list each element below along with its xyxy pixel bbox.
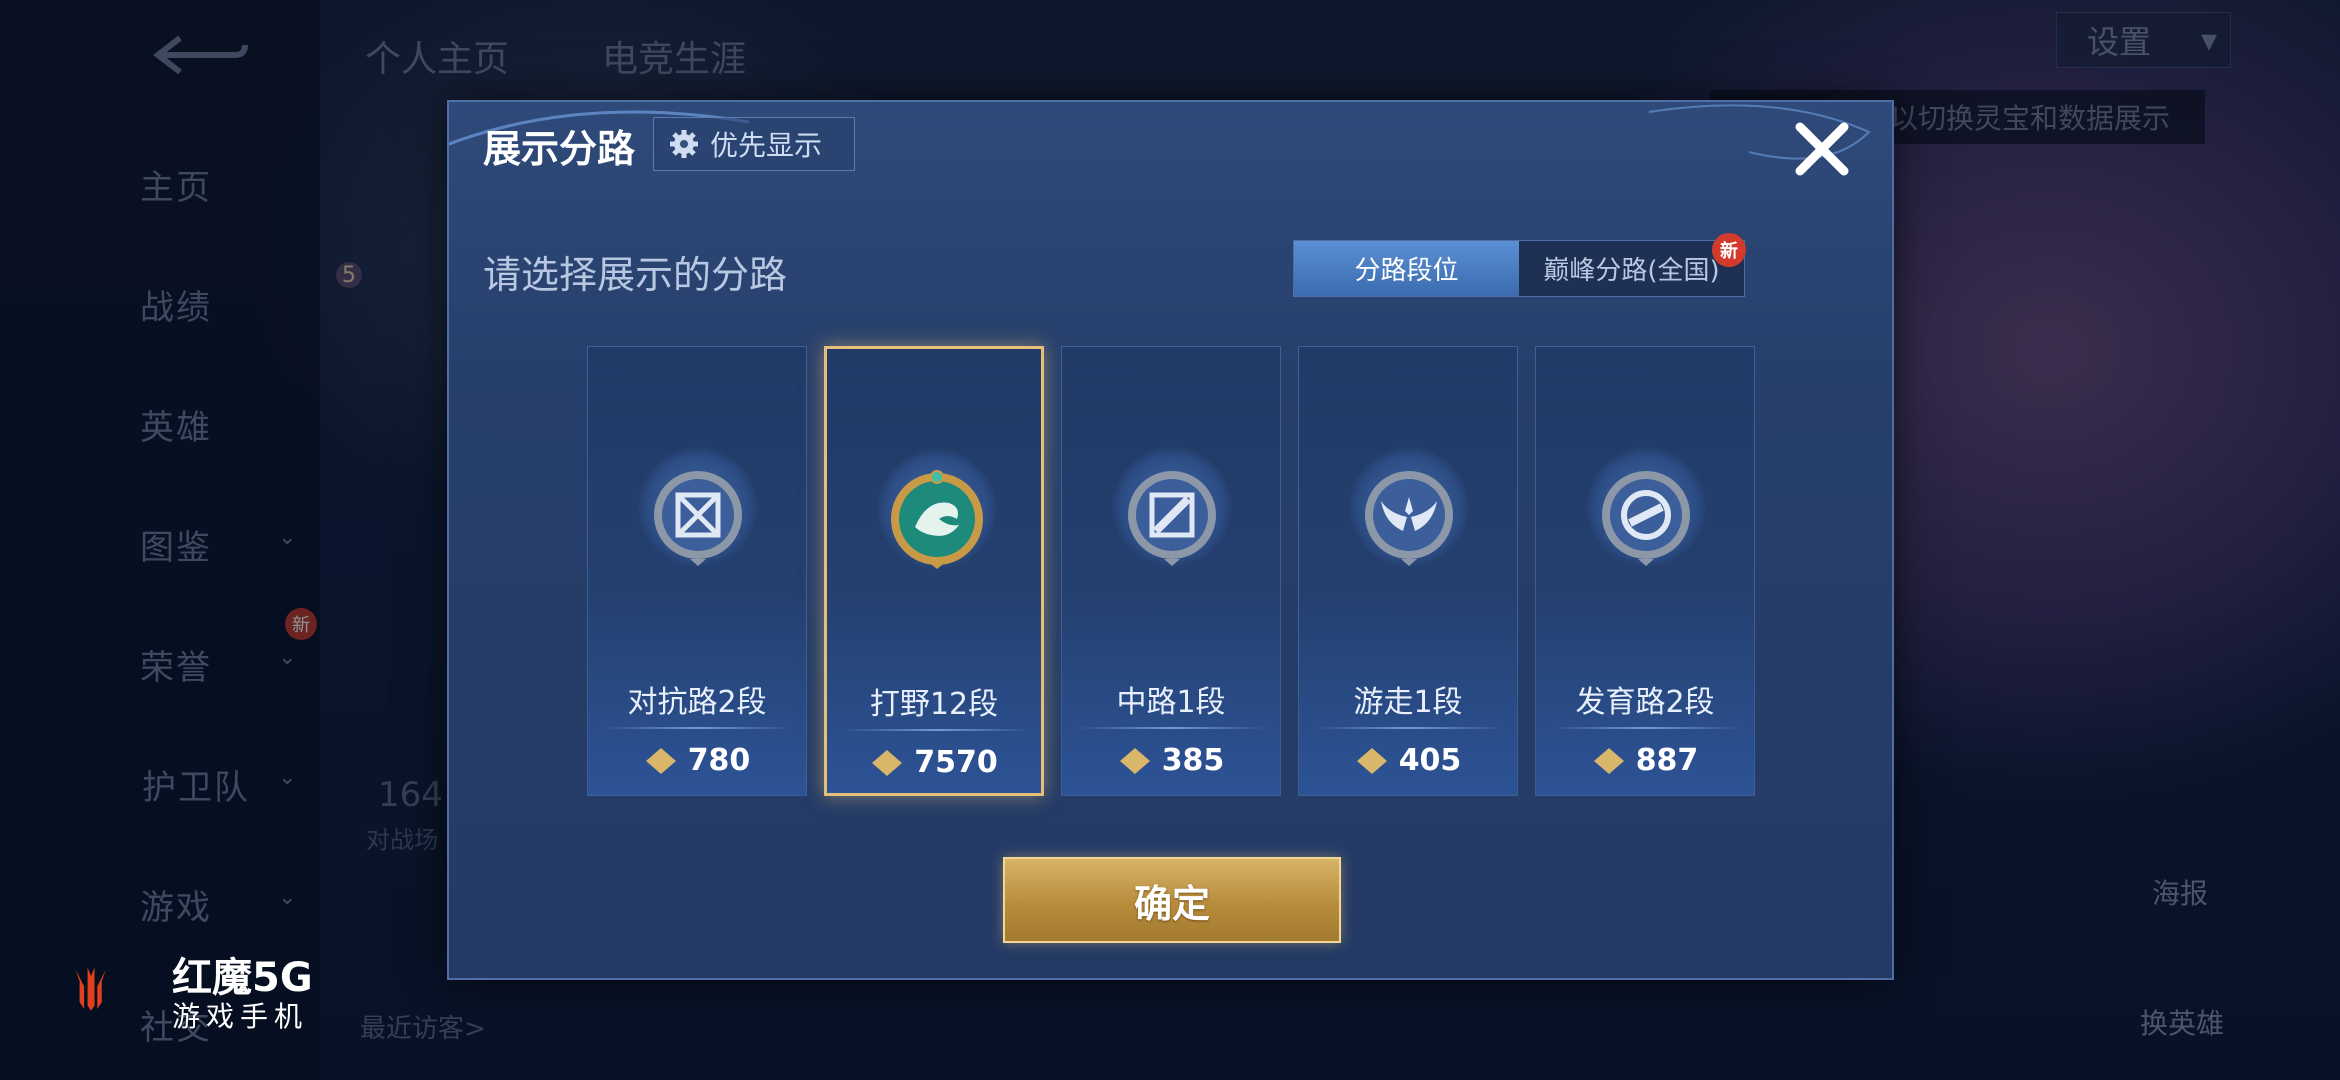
lane-card-score: 7570 [827,745,1041,780]
close-icon [1795,122,1849,176]
score-value: 780 [687,743,751,778]
score-icon [645,747,676,774]
lane-mode-toggle: 分路段位 巅峰分路(全国) 新 [1293,233,1746,297]
close-button[interactable] [1789,116,1855,182]
lane-card-clash[interactable]: 对抗路2段 780 [587,346,807,796]
clash-lane-badge-icon [654,471,742,566]
tab-peak-lane-label: 巅峰分路(全国) [1543,256,1720,286]
brand-subtitle: 游戏手机 [172,1000,309,1033]
mid-lane-badge-icon [1128,471,1216,566]
lane-display-dialog: 展示分路 优先显示 请选择展示的分路 分路段位 巅峰分路(全国) 新 对抗路2段… [447,100,1894,980]
priority-label: 优先显示 [710,129,823,162]
score-value: 887 [1635,743,1699,778]
lane-card-label: 中路1段 [1116,685,1226,720]
confirm-button[interactable]: 确定 [1003,857,1341,943]
farm-lane-badge-icon [1602,471,1690,566]
roam-wing-badge-icon [1365,471,1453,566]
red-magic-logo [75,967,106,1011]
gear-icon [670,130,698,158]
tab-peak-lane[interactable]: 巅峰分路(全国) 新 [1519,233,1746,296]
dialog-subtitle: 请选择展示的分路 [483,253,788,297]
lane-card-label: 发育路2段 [1575,685,1715,720]
score-icon [1119,747,1150,774]
lane-card-score: 385 [1062,743,1280,778]
lane-card-label: 游走1段 [1353,685,1463,720]
lane-card-score: 405 [1299,743,1517,778]
divider [1551,727,1741,729]
jungle-dragon-badge-icon [891,470,983,569]
score-icon [1593,747,1624,774]
dialog-title: 展示分路 [483,127,636,171]
score-value: 405 [1398,743,1462,778]
lane-card-farm[interactable]: 发育路2段 887 [1535,346,1755,796]
divider [603,727,793,729]
score-icon [872,749,903,776]
priority-display-button[interactable]: 优先显示 [653,117,855,171]
divider [1314,727,1504,729]
lane-card-score: 780 [588,743,806,778]
lane-card-list: 对抗路2段 780 打野12段 7570 中路1段 385 游走1段 405 发… [587,346,1757,796]
lane-card-label: 打野12段 [869,687,999,722]
lane-card-label: 对抗路2段 [627,685,767,720]
lane-card-score: 887 [1536,743,1754,778]
score-icon [1356,747,1387,774]
score-value: 385 [1161,743,1225,778]
tab-lane-rank[interactable]: 分路段位 [1294,241,1519,296]
divider [842,729,1032,731]
score-value: 7570 [914,745,998,780]
lane-card-mid[interactable]: 中路1段 385 [1061,346,1281,796]
divider [1077,727,1267,729]
lane-card-roam[interactable]: 游走1段 405 [1298,346,1518,796]
lane-card-jungle[interactable]: 打野12段 7570 [824,346,1044,796]
new-badge: 新 [1712,233,1746,267]
